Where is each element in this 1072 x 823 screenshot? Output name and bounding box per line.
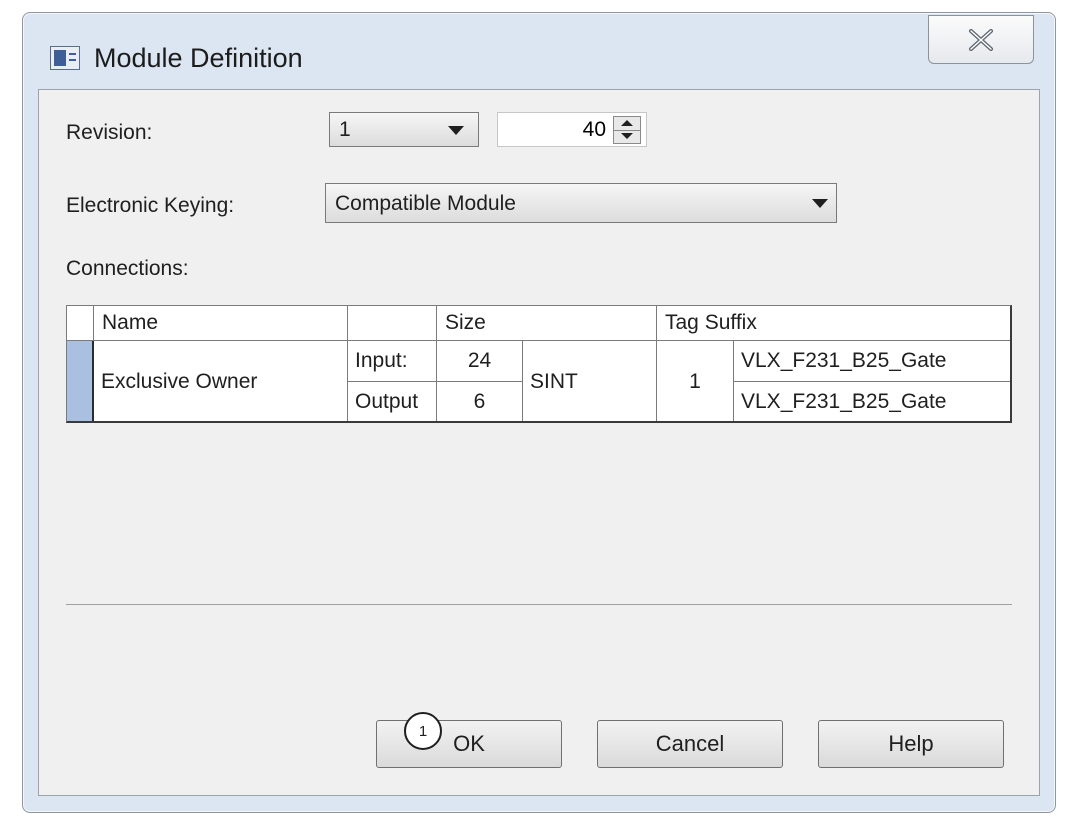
row-selector[interactable] [66,341,94,423]
connections-label: Connections: [66,257,189,280]
arrow-up-icon [621,120,633,126]
header-size: Size [437,305,657,341]
spin-up-button[interactable] [614,117,640,131]
window-title: Module Definition [94,43,303,73]
chevron-down-icon [448,126,464,135]
revision-major-dropdown[interactable]: 1 [329,112,479,147]
module-window-icon [50,46,80,70]
electronic-keying-dropdown[interactable]: Compatible Module [325,183,837,223]
data-type: SINT [523,341,657,423]
revision-major-value: 1 [339,118,351,141]
revision-minor-spinner[interactable]: 40 [497,112,647,147]
output-tag-suffix[interactable]: VLX_F231_B25_Gate [734,382,1012,423]
connections-grid: Name Size Tag Suffix Exclusive Owner Inp… [66,305,1012,423]
chevron-down-icon [812,199,828,208]
callout-marker: 1 [404,712,442,750]
header-type [348,305,437,341]
arrow-down-icon [621,133,633,139]
header-name: Name [94,305,348,341]
spin-down-button[interactable] [614,130,640,143]
header-corner [66,305,94,341]
electronic-keying-label: Electronic Keying: [66,194,235,217]
output-size[interactable]: 6 [437,382,523,423]
header-tag-suffix: Tag Suffix [657,305,1012,341]
separator-line [66,604,1012,605]
spin-buttons [613,116,641,144]
connection-name[interactable]: Exclusive Owner [94,341,348,423]
input-size[interactable]: 24 [437,341,523,382]
electronic-keying-value: Compatible Module [335,192,516,215]
help-button[interactable]: Help [818,720,1004,768]
close-button[interactable] [928,15,1034,64]
revision-minor-value: 40 [582,118,606,141]
tag-number: 1 [657,341,734,423]
revision-label: Revision: [66,121,153,144]
input-label: Input: [348,341,437,382]
input-tag-suffix[interactable]: VLX_F231_B25_Gate [734,341,1012,382]
cancel-button[interactable]: Cancel [597,720,783,768]
close-x-icon [969,28,993,51]
output-label: Output [348,382,437,423]
